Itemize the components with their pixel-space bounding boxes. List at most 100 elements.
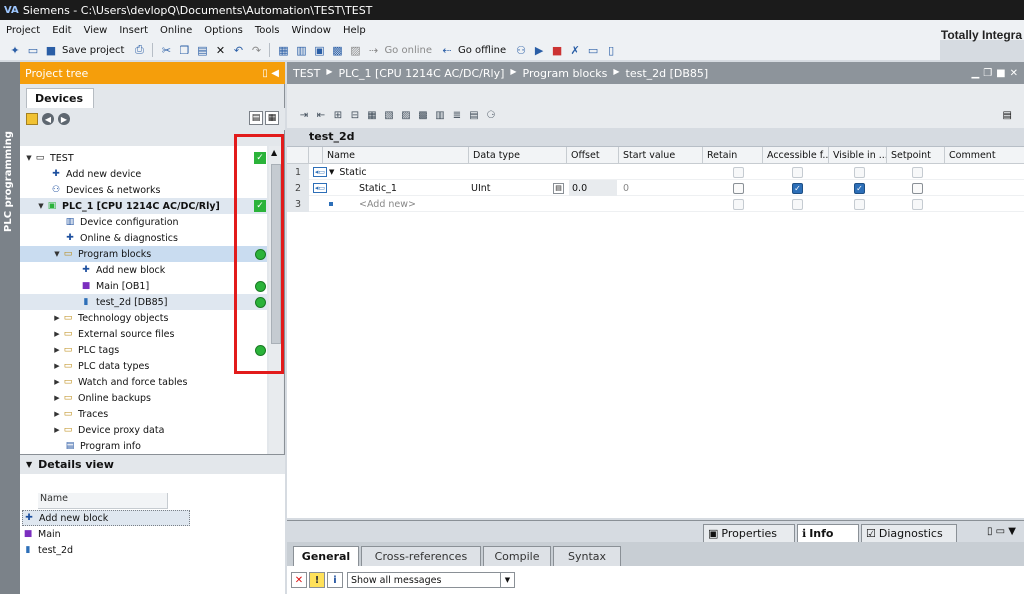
chevron-down-icon[interactable]: ▼ (500, 573, 514, 587)
plc-programming-sidetab[interactable]: PLC programming (0, 62, 20, 594)
column-start-value[interactable]: Start value (619, 147, 703, 164)
row-name[interactable]: ▼ Static (329, 164, 469, 180)
tree-item-external-source-files[interactable]: ▶ ▭ External source files (20, 326, 267, 342)
menu-edit[interactable]: Edit (52, 25, 71, 36)
tab-cross-references[interactable]: Cross-references (361, 546, 481, 566)
tree-item-test[interactable]: ▼ ▭ TEST (20, 150, 267, 166)
inspector-window-controls[interactable]: ▯ ▭ ▼ (987, 526, 1016, 537)
copy-snapshot-icon[interactable]: ▧ (382, 108, 396, 122)
tree-item-program-info[interactable]: ▤ Program info (20, 438, 267, 454)
maximize-icon[interactable]: ■ (996, 68, 1005, 79)
load-start-value-icon[interactable]: ▩ (416, 108, 430, 122)
message-filter-select[interactable]: Show all messages ▼ (347, 572, 515, 588)
expand-arrow-icon[interactable]: ▶ (52, 330, 62, 338)
table-row[interactable]: 1 ◂▭ ▼ Static (287, 164, 1024, 180)
menu-options[interactable]: Options (204, 25, 243, 36)
go-online-icon[interactable]: ⇢ (366, 43, 380, 57)
menu-tools[interactable]: Tools (255, 25, 280, 36)
forward-icon[interactable]: ▶ (58, 113, 70, 125)
row-data-type[interactable]: UInt (471, 180, 551, 196)
tab-general[interactable]: General (293, 546, 359, 566)
expand-arrow-icon[interactable]: ▶ (52, 378, 62, 386)
restore-icon[interactable]: ❐ (983, 68, 992, 79)
tree-item-add-new-device[interactable]: ✚ Add new device (20, 166, 267, 182)
tree-item-online-diagnostics[interactable]: ✚ Online & diagnostics (20, 230, 267, 246)
column-name[interactable]: Name (323, 147, 469, 164)
list-view-icon[interactable]: ≣ (450, 108, 464, 122)
copy-icon[interactable]: ❐ (177, 43, 191, 57)
overview-toggle-icon[interactable]: ▤ (1003, 110, 1012, 121)
split-editor-icon[interactable]: ▦ (276, 43, 290, 57)
retain-checkbox[interactable] (733, 196, 747, 212)
accessible-devices-icon[interactable]: ⚇ (514, 43, 528, 57)
row-name[interactable]: Static_1 (359, 180, 469, 196)
tab-properties[interactable]: ▣ Properties (703, 524, 795, 542)
column-visible[interactable]: Visible in ... (829, 147, 887, 164)
add-new-row[interactable]: <Add new> (359, 196, 469, 212)
tree-item-technology-objects[interactable]: ▶ ▭ Technology objects (20, 310, 267, 326)
error-filter-icon[interactable]: ✕ (291, 572, 307, 588)
menu-project[interactable]: Project (6, 25, 40, 36)
tree-item-device-configuration[interactable]: ▥ Device configuration (20, 214, 267, 230)
accessible-checkbox[interactable]: ✓ (792, 180, 806, 196)
details-column-name[interactable]: Name (38, 493, 168, 509)
insert-row-icon[interactable]: ⇥ (297, 108, 311, 122)
stop-cpu-icon[interactable]: ■ (550, 43, 564, 57)
paste-icon[interactable]: ▤ (195, 43, 209, 57)
undo-icon[interactable]: ↶ (231, 43, 245, 57)
visible-checkbox[interactable]: ✓ (854, 180, 868, 196)
expand-arrow-icon[interactable]: ▶ (52, 362, 62, 370)
accessible-checkbox[interactable] (792, 196, 806, 212)
tree-item-online-backups[interactable]: ▶ ▭ Online backups (20, 390, 267, 406)
tree-item-plc-tags[interactable]: ▶ ▭ PLC tags (20, 342, 267, 358)
expand-arrow-icon[interactable]: ▶ (52, 394, 62, 402)
start-cpu-icon[interactable]: ▶ (532, 43, 546, 57)
new-project-icon[interactable]: ✦ (8, 43, 22, 57)
glasses-icon[interactable]: ⚆ (484, 108, 498, 122)
setpoint-checkbox[interactable] (912, 196, 926, 212)
upload-icon[interactable]: ▩ (330, 43, 344, 57)
save-project-button[interactable]: Save project (62, 45, 124, 56)
expand-arrow-icon[interactable]: ▶ (52, 410, 62, 418)
expand-arrow-icon[interactable]: ▶ (52, 346, 62, 354)
cross-reference-icon[interactable]: ✗ (568, 43, 582, 57)
overview-icon[interactable]: ▤ (249, 111, 263, 125)
split-horizontal-icon[interactable]: ▭ (586, 43, 600, 57)
column-setpoint[interactable]: Setpoint (887, 147, 945, 164)
tab-compile[interactable]: Compile (483, 546, 551, 566)
download-icon[interactable]: ▣ (312, 43, 326, 57)
save-icon[interactable]: ■ (44, 43, 58, 57)
add-row-icon[interactable]: ⇤ (314, 108, 328, 122)
settings-icon[interactable]: ▤ (467, 108, 481, 122)
expand-arrow-icon[interactable]: ▼ (36, 202, 46, 210)
compile-icon[interactable]: ▥ (294, 43, 308, 57)
new-folder-icon[interactable] (26, 113, 38, 125)
redo-icon[interactable]: ↷ (249, 43, 263, 57)
menu-help[interactable]: Help (343, 25, 366, 36)
setpoint-checkbox[interactable] (912, 164, 926, 180)
collapse-all-icon[interactable]: ⊟ (348, 108, 362, 122)
expand-arrow-icon[interactable]: ▶ (52, 426, 62, 434)
go-online-button[interactable]: Go online (384, 45, 432, 56)
snapshot-icon[interactable]: ▦ (365, 108, 379, 122)
go-offline-button[interactable]: Go offline (458, 45, 506, 56)
tree-item-plc-1[interactable]: ▼ ▣ PLC_1 [CPU 1214C AC/DC/Rly] (20, 198, 267, 214)
column-comment[interactable]: Comment (945, 147, 1024, 164)
details-item-add-new-block[interactable]: ✚ Add new block (22, 510, 190, 526)
menu-view[interactable]: View (84, 25, 108, 36)
tree-item-test-2d-db85[interactable]: ▮ test_2d [DB85] (20, 294, 267, 310)
breadcrumb-program-blocks[interactable]: Program blocks (523, 67, 608, 80)
accessible-checkbox[interactable] (792, 164, 806, 180)
tree-item-program-blocks[interactable]: ▼ ▭ Program blocks (20, 246, 267, 262)
delete-icon[interactable]: ✕ (213, 43, 227, 57)
column-offset[interactable]: Offset (567, 147, 619, 164)
table-row[interactable]: 3 <Add new> (287, 196, 1024, 212)
tab-info[interactable]: ℹ Info (797, 524, 859, 542)
retain-checkbox[interactable] (733, 180, 747, 196)
expand-arrow-icon[interactable]: ▼ (329, 168, 334, 176)
tree-item-main-ob1[interactable]: ■ Main [OB1] (20, 278, 267, 294)
expand-arrow-icon[interactable]: ▼ (24, 154, 34, 162)
breadcrumb-plc[interactable]: PLC_1 [CPU 1214C AC/DC/Rly] (339, 67, 505, 80)
go-offline-icon[interactable]: ⇠ (440, 43, 454, 57)
set-start-value-icon[interactable]: ▨ (399, 108, 413, 122)
